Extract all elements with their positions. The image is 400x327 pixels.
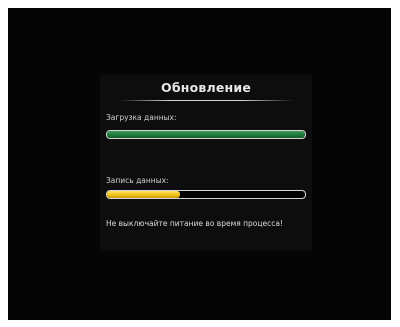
screen-background: Обновление Загрузка данных: Запись данны… <box>8 8 391 320</box>
download-progress-bar <box>106 130 306 139</box>
write-label: Запись данных: <box>106 176 169 185</box>
download-progress-fill <box>107 131 305 138</box>
update-dialog: Обновление Загрузка данных: Запись данны… <box>100 75 312 251</box>
write-progress-fill <box>107 191 181 198</box>
dialog-title: Обновление <box>161 80 251 95</box>
power-warning: Не выключайте питание во время процесса! <box>106 219 283 228</box>
title-divider <box>118 100 294 101</box>
write-progress-bar <box>106 190 306 199</box>
download-label: Загрузка данных: <box>106 113 177 122</box>
